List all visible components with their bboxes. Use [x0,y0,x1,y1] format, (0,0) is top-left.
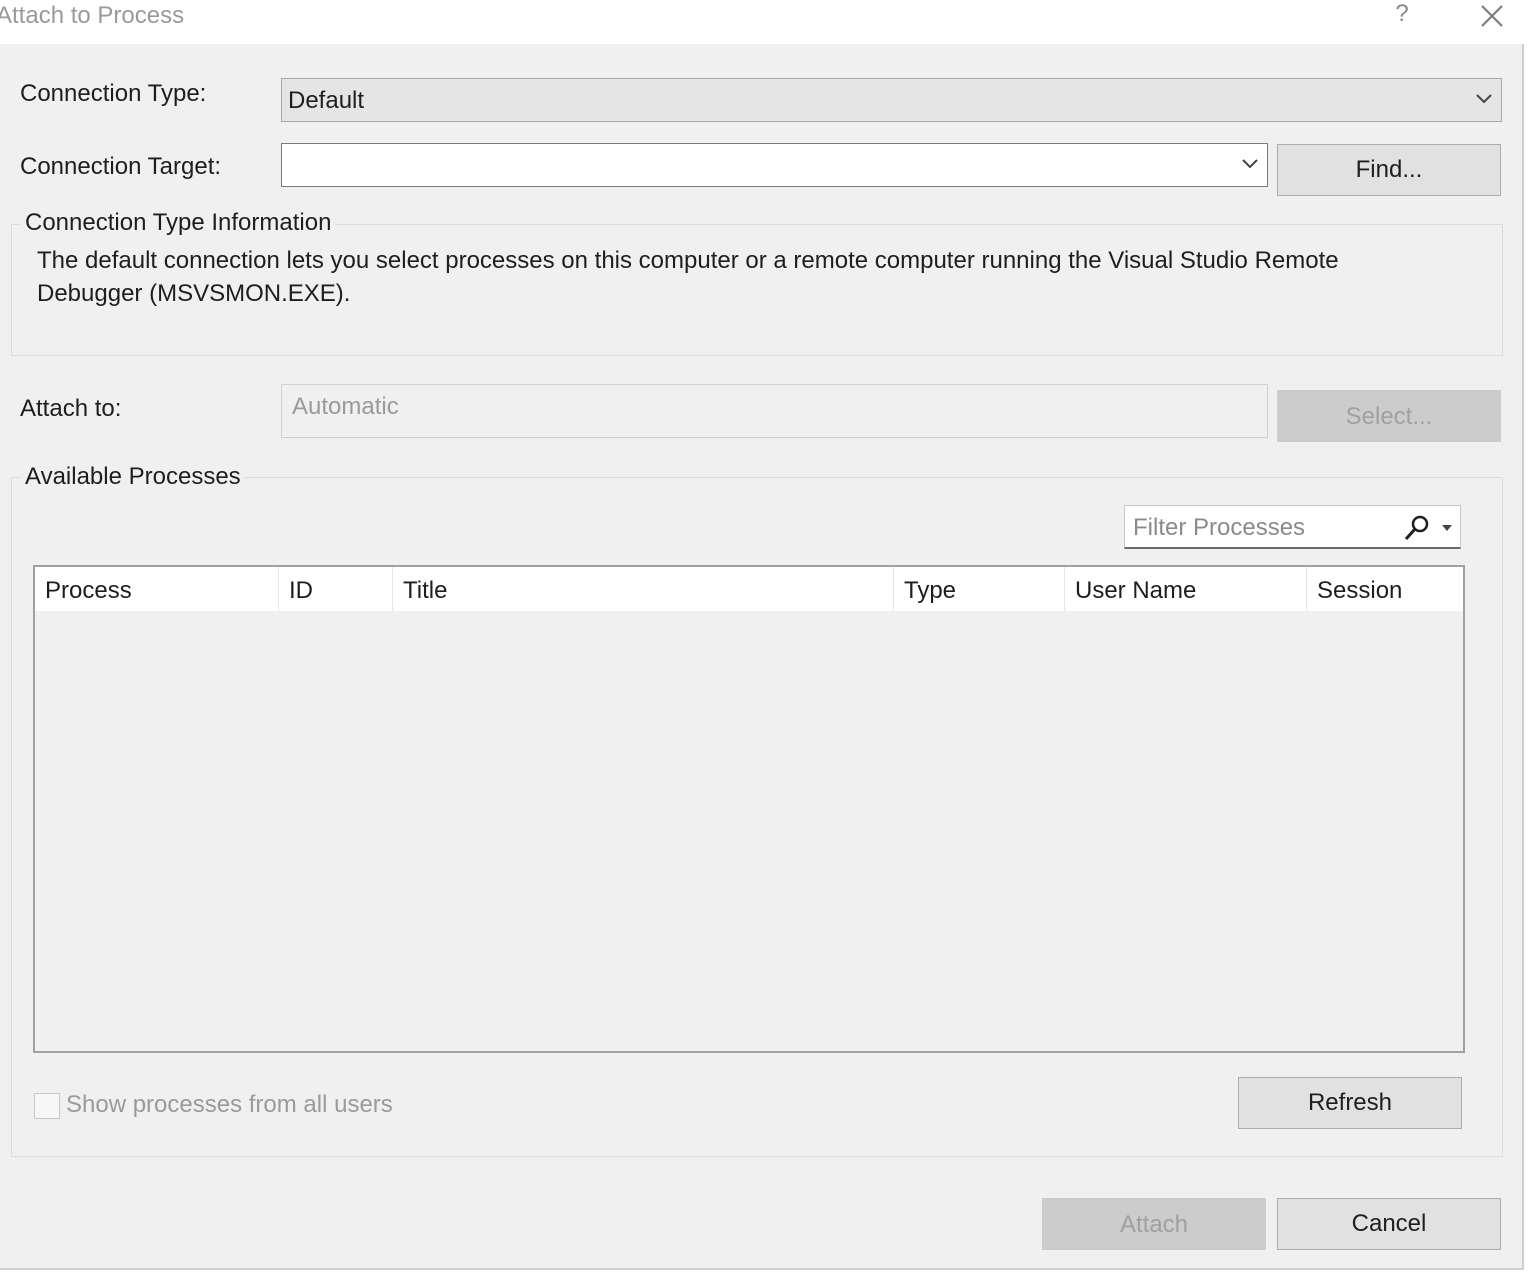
show-all-users-label[interactable]: Show processes from all users [66,1091,393,1119]
close-button[interactable] [1474,2,1508,32]
show-all-users-checkbox[interactable] [34,1093,60,1119]
attach-to-value: Automatic [292,393,399,420]
attach-to-field: Automatic [281,384,1268,438]
cancel-button[interactable]: Cancel [1277,1198,1501,1250]
filter-placeholder: Filter Processes [1133,514,1306,541]
connection-info-title: Connection Type Information [21,209,336,237]
refresh-button[interactable]: Refresh [1238,1077,1462,1129]
connection-type-value: Default [288,87,365,114]
attach-to-process-dialog: Attach to Process ? Connection Type: Def… [0,0,1524,1270]
close-icon [1481,5,1503,27]
column-header-session[interactable]: Session [1307,567,1463,611]
connection-info-text: The default connection lets you select p… [37,247,1339,307]
column-header-process[interactable]: Process [35,567,279,611]
column-header-type[interactable]: Type [894,567,1065,611]
select-button[interactable]: Select... [1277,390,1501,442]
connection-target-label: Connection Target: [20,153,222,180]
dropdown-arrow-icon[interactable] [1441,524,1453,532]
connection-type-select[interactable]: Default [281,78,1502,122]
window-title: Attach to Process [0,2,185,29]
chevron-down-icon [1476,94,1492,104]
help-button[interactable]: ? [1388,0,1416,32]
column-header-id[interactable]: ID [279,567,393,611]
title-bar: Attach to Process ? [0,0,1524,44]
filter-processes-input[interactable]: Filter Processes [1124,505,1461,549]
column-header-user-name[interactable]: User Name [1065,567,1307,611]
find-button[interactable]: Find... [1277,144,1501,196]
attach-to-label: Attach to: [20,395,122,422]
connection-type-label: Connection Type: [20,80,207,107]
available-processes-title: Available Processes [21,463,245,491]
column-header-title[interactable]: Title [393,567,894,611]
search-icon[interactable] [1403,514,1431,542]
process-list-header: Process ID Title Type User Name Session [35,567,1463,611]
attach-button[interactable]: Attach [1042,1198,1266,1250]
chevron-down-icon [1242,159,1258,169]
connection-target-input[interactable] [281,143,1268,187]
process-list[interactable]: Process ID Title Type User Name Session [33,565,1465,1053]
